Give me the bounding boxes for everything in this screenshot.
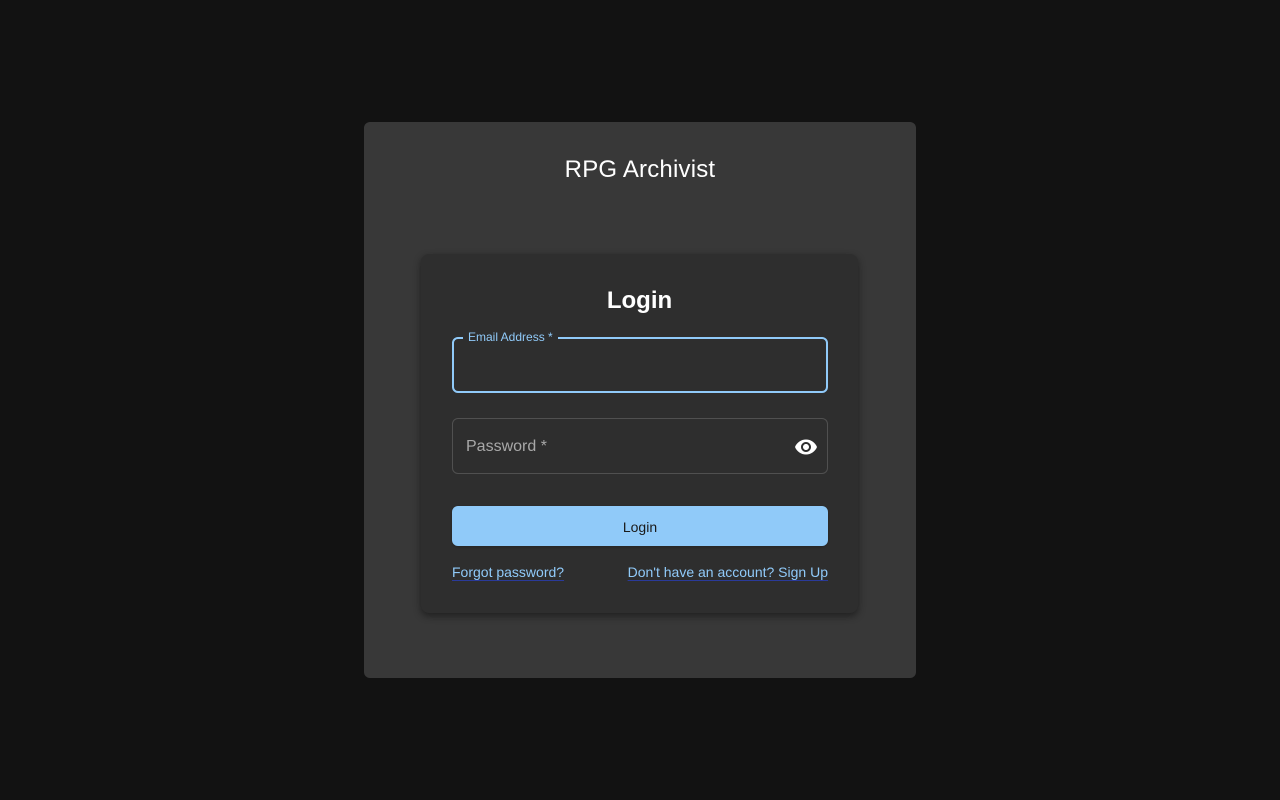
login-card: Login Email Address * Password * Login F… xyxy=(421,254,858,613)
email-input[interactable] xyxy=(466,353,814,379)
login-button[interactable]: Login xyxy=(452,506,828,546)
app-title: RPG Archivist xyxy=(564,156,716,183)
login-heading: Login xyxy=(606,287,673,314)
password-field[interactable]: Password * xyxy=(452,418,828,474)
email-field[interactable]: Email Address * xyxy=(452,330,828,393)
forgot-password-link[interactable]: Forgot password? xyxy=(452,564,564,580)
password-placeholder: Password * xyxy=(466,438,547,455)
eye-icon[interactable] xyxy=(794,435,818,459)
sign-up-link[interactable]: Don't have an account? Sign Up xyxy=(628,564,828,580)
email-label: Email Address * xyxy=(463,330,558,344)
